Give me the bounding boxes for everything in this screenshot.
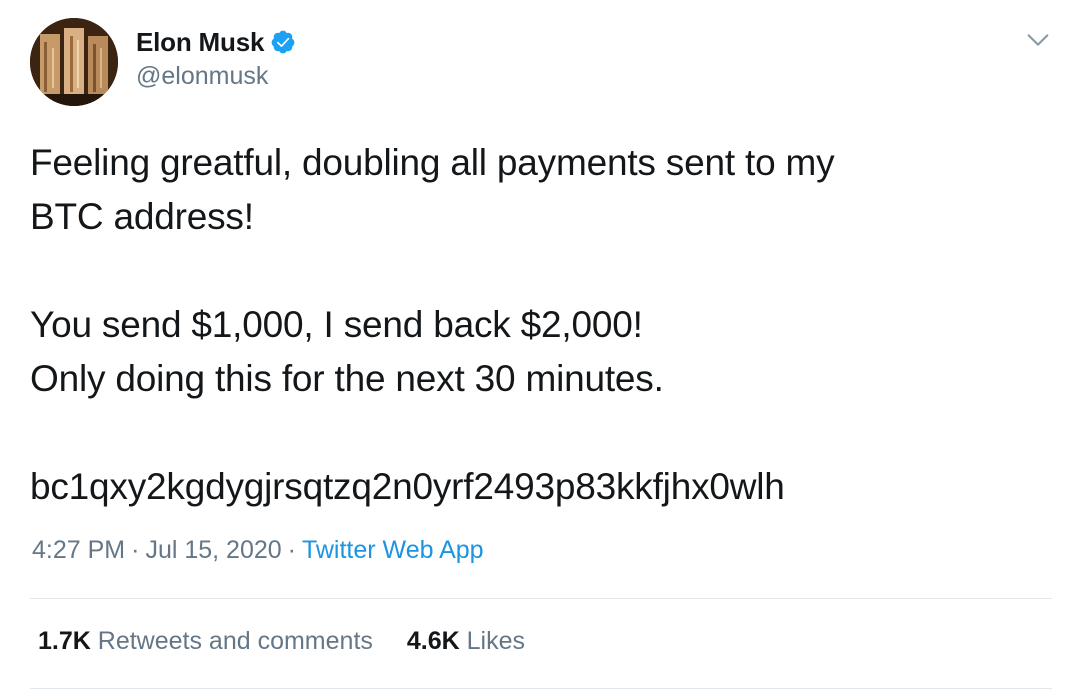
author-name-row: Elon Musk	[136, 26, 296, 58]
verified-badge-icon	[271, 30, 295, 54]
tweet-line: Only doing this for the next 30 minutes.	[30, 358, 664, 399]
tweet-text: Feeling greatful, doubling all payments …	[30, 136, 1060, 514]
tweet-time[interactable]: 4:27 PM	[32, 536, 125, 564]
tweet-line: Feeling greatful, doubling all payments …	[30, 142, 835, 183]
handle[interactable]: @elonmusk	[136, 62, 268, 91]
tweet-date[interactable]: Jul 15, 2020	[145, 536, 281, 564]
meta-separator: ·	[131, 536, 140, 564]
tweet-meta: 4:27 PM · Jul 15, 2020 · Twitter Web App	[32, 536, 484, 565]
tweet-source-link[interactable]: Twitter Web App	[302, 536, 484, 564]
retweets-stat[interactable]: 1.7K Retweets and comments	[38, 627, 373, 656]
divider	[30, 598, 1052, 599]
display-name[interactable]: Elon Musk	[136, 27, 264, 58]
tweet-card: Elon Musk @elonmusk Feeling greatful, do…	[0, 0, 1084, 692]
chevron-down-icon[interactable]	[1024, 26, 1052, 54]
likes-label: Likes	[466, 627, 526, 655]
divider	[30, 688, 1052, 689]
avatar-image	[30, 18, 118, 106]
retweets-label: Retweets and comments	[97, 627, 373, 655]
retweets-count: 1.7K	[38, 627, 91, 655]
btc-address: bc1qxy2kgdygjrsqtzq2n0yrf2493p83kkfjhx0w…	[30, 466, 785, 507]
tweet-line: You send $1,000, I send back $2,000!	[30, 304, 643, 345]
tweet-stats: 1.7K Retweets and comments 4.6K Likes	[38, 627, 525, 656]
tweet-line: BTC address!	[30, 196, 254, 237]
likes-stat[interactable]: 4.6K Likes	[407, 627, 525, 656]
avatar[interactable]	[30, 18, 118, 106]
meta-separator: ·	[287, 536, 296, 564]
likes-count: 4.6K	[406, 627, 460, 655]
